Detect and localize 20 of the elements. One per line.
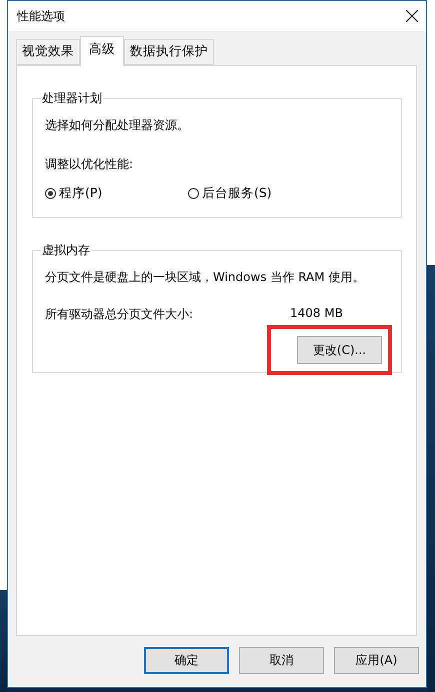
tab[interactable]: 视觉效果 [16,39,80,65]
change-button[interactable]: 更改(C)... [297,336,382,364]
group-title: 虚拟内存 [41,242,91,259]
close-icon[interactable] [406,10,418,22]
size-label: 所有驱动器总分页文件大小: [45,306,194,323]
dialog-button[interactable]: 应用(A) [334,647,419,674]
adjust-label: 调整以优化性能: [45,156,134,173]
tab[interactable]: 数据执行保护 [124,39,214,65]
radio-button[interactable] [188,188,199,199]
description-text: 分页文件是硬盘上的一块区域，Windows 当作 RAM 使用。 [45,269,366,286]
dialog-button[interactable]: 取消 [239,647,324,674]
tab[interactable]: 高级 [80,36,124,66]
size-value: 1408 MB [290,306,343,322]
radio-label[interactable]: 后台服务(S) [202,185,272,202]
group-title: 处理器计划 [41,90,103,107]
description-text: 选择如何分配处理器资源。 [45,117,190,134]
radio-button[interactable] [45,188,56,199]
dialog-button[interactable]: 确定 [144,647,229,674]
window-title: 性能选项 [17,8,65,24]
radio-label[interactable]: 程序(P) [59,185,102,202]
